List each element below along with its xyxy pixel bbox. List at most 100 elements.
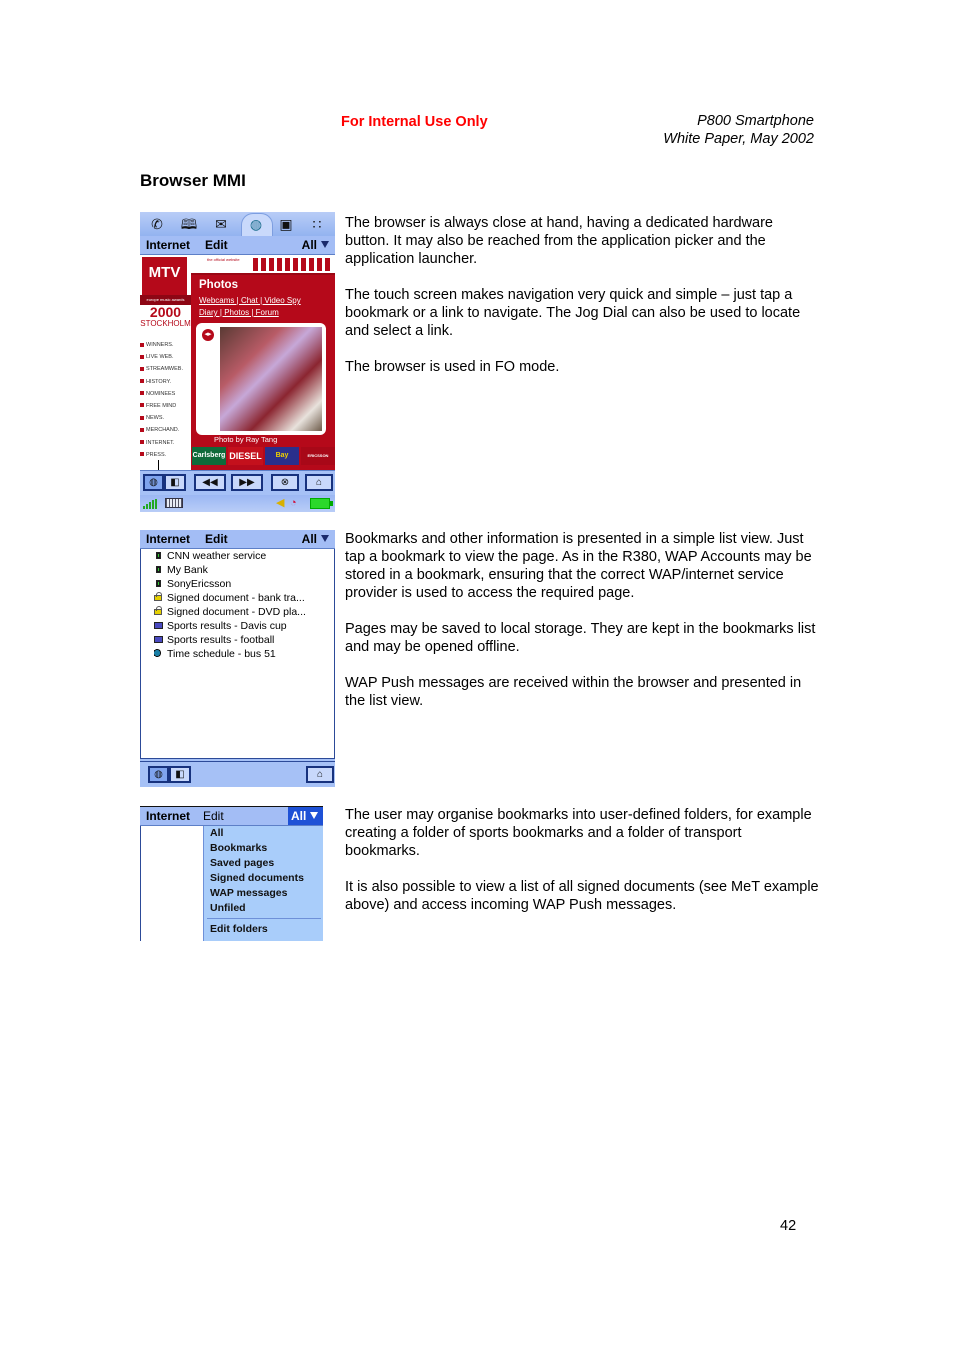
text-block-browser: The browser is always close at hand, hav… [345, 214, 820, 394]
back-button[interactable]: ◀◀ [194, 474, 226, 491]
side-link[interactable]: PRESS. [140, 449, 191, 461]
list-item[interactable]: CNN weather service [153, 549, 266, 563]
browser-view-button[interactable]: ◍ [143, 474, 164, 491]
menu-bar: Internet Edit All [140, 236, 335, 255]
paragraph: The touch screen makes navigation very q… [345, 287, 801, 339]
folder-dropdown-menu: All Bookmarks Saved pages Signed documen… [203, 826, 323, 941]
scroll-indicator[interactable] [158, 460, 159, 470]
paragraph: It is also possible to view a list of al… [345, 879, 819, 913]
paragraph: WAP Push messages are received within th… [345, 675, 802, 709]
side-link[interactable]: MERCHAND. [140, 424, 191, 436]
battery-icon [310, 498, 333, 509]
mtv-logo[interactable]: MTV [142, 257, 187, 295]
side-link[interactable]: LIVE WEB. [140, 351, 191, 363]
browser-view-icon: ◍ [149, 477, 158, 488]
list-item[interactable]: Sports results - football [153, 633, 274, 647]
back-icon: ◀◀ [202, 477, 218, 488]
mail-icon[interactable]: ✉ [212, 216, 230, 232]
signal-strength-icon [143, 499, 161, 509]
stop-button[interactable]: ⊗ [271, 474, 299, 491]
banner-tagline: the official website [207, 257, 240, 262]
list-item[interactable]: Signed document - DVD pla... [153, 605, 306, 619]
paragraph: The browser is used in FO mode. [345, 359, 560, 375]
bookmarks-view-button[interactable]: ◧ [164, 474, 186, 491]
dropdown-item-wap-messages[interactable]: WAP messages [210, 886, 287, 901]
folder-filter-dropdown[interactable]: All [288, 807, 323, 825]
dropdown-item-signed-documents[interactable]: Signed documents [210, 871, 304, 886]
sponsor-logo[interactable]: ERICSSON [301, 447, 335, 465]
calendar-icon[interactable]: ▣ [277, 216, 295, 232]
menu-edit[interactable]: Edit [205, 530, 228, 548]
folder-filter-dropdown[interactable]: All [302, 530, 329, 548]
apps-grid-icon[interactable]: ∷ [308, 216, 326, 232]
status-bar: ◀ ◔ [140, 495, 335, 512]
document-title: P800 Smartphone White Paper, May 2002 [663, 113, 814, 148]
home-button[interactable]: ⌂ [305, 474, 333, 491]
dropdown-item-all[interactable]: All [210, 826, 223, 841]
list-item-label: Time schedule - bus 51 [167, 648, 276, 660]
browser-screenshot: ✆ 🕮 ✉ ◍ ▣ ∷ Internet Edit All MTV europe… [140, 212, 335, 512]
photo-nav-icon[interactable]: ◂▸ [202, 329, 214, 341]
menu-internet[interactable]: Internet [146, 236, 190, 254]
keyboard-icon[interactable] [165, 498, 183, 508]
side-link[interactable]: NOMINEES [140, 388, 191, 400]
alarm-clock-icon[interactable]: ◔ [290, 496, 297, 511]
document-title-line2: White Paper, May 2002 [663, 130, 814, 147]
dropdown-item-saved-pages[interactable]: Saved pages [210, 856, 274, 871]
home-icon: ⌂ [316, 769, 324, 780]
web-nav-links-row1[interactable]: Webcams | Chat | Video Spy [199, 295, 301, 307]
side-link[interactable]: STREAMWEB. [140, 363, 191, 375]
web-page-view[interactable]: MTV europe music awards 2000 STOCKHOLM W… [140, 255, 335, 470]
browser-view-button[interactable]: ◍ [148, 766, 169, 783]
list-item[interactable]: Signed document - bank tra... [153, 591, 305, 605]
side-link[interactable]: HISTORY. [140, 376, 191, 388]
list-item[interactable]: My Bank [153, 563, 208, 577]
bookmark-list: CNN weather service My Bank SonyEricsson… [140, 549, 335, 759]
side-link-list: WINNERS. LIVE WEB. STREAMWEB. HISTORY. N… [140, 339, 191, 461]
list-item[interactable]: Sports results - Davis cup [153, 619, 287, 633]
menu-edit[interactable]: Edit [203, 807, 224, 825]
folder-filter-label: All [291, 809, 307, 823]
paragraph: The user may organise bookmarks into use… [345, 807, 812, 859]
list-item-label: My Bank [167, 564, 208, 576]
forward-button[interactable]: ▶▶ [231, 474, 263, 491]
sponsor-logo[interactable]: Bay [265, 447, 299, 465]
bookmarks-view-button[interactable]: ◧ [169, 766, 191, 783]
menu-edit[interactable]: Edit [205, 236, 228, 254]
home-button[interactable]: ⌂ [306, 766, 334, 783]
home-icon: ⌂ [315, 477, 323, 488]
bookmarks-view-icon: ◧ [175, 769, 185, 780]
sponsor-logo[interactable]: Carlsberg [192, 447, 226, 465]
list-item[interactable]: Time schedule - bus 51 [153, 647, 276, 661]
stop-icon: ⊗ [280, 477, 290, 488]
dropdown-item-edit-folders[interactable]: Edit folders [210, 922, 268, 937]
dropdown-item-unfiled[interactable]: Unfiled [210, 901, 246, 916]
web-sidebar: MTV europe music awards 2000 STOCKHOLM W… [140, 255, 191, 470]
sponsor-strip: Carlsberg DIESEL Bay ERICSSON [191, 445, 335, 467]
web-nav-links-row2[interactable]: Diary | Photos | Forum [199, 307, 301, 319]
book-icon[interactable]: 🕮 [180, 216, 198, 232]
speaker-icon[interactable]: ◀ [276, 496, 284, 511]
bookmark-icon [155, 580, 161, 587]
list-border [140, 826, 141, 941]
menu-internet[interactable]: Internet [146, 807, 190, 825]
forward-icon: ▶▶ [239, 477, 255, 488]
photo-credit: Photo by Ray Tang [214, 435, 278, 444]
list-item-label: CNN weather service [167, 550, 267, 562]
phone-icon[interactable]: ✆ [148, 216, 166, 232]
wap-push-icon [153, 649, 163, 657]
skyline-graphic [253, 258, 333, 271]
list-item[interactable]: SonyEricsson [153, 577, 231, 591]
menu-internet[interactable]: Internet [146, 530, 190, 548]
folder-filter-dropdown[interactable]: All [302, 236, 329, 254]
sponsor-logo[interactable]: DIESEL [228, 447, 263, 465]
web-page-title: Photos [199, 279, 238, 291]
dropdown-item-bookmarks[interactable]: Bookmarks [210, 841, 267, 856]
browser-globe-icon[interactable]: ◍ [247, 216, 265, 232]
side-link[interactable]: FREE MIND [140, 400, 191, 412]
browser-view-icon: ◍ [154, 769, 163, 780]
side-link[interactable]: INTERNET. [140, 437, 191, 449]
side-link[interactable]: WINNERS. [140, 339, 191, 351]
document-title-line1: P800 Smartphone [697, 113, 814, 129]
side-link[interactable]: NEWS. [140, 412, 191, 424]
